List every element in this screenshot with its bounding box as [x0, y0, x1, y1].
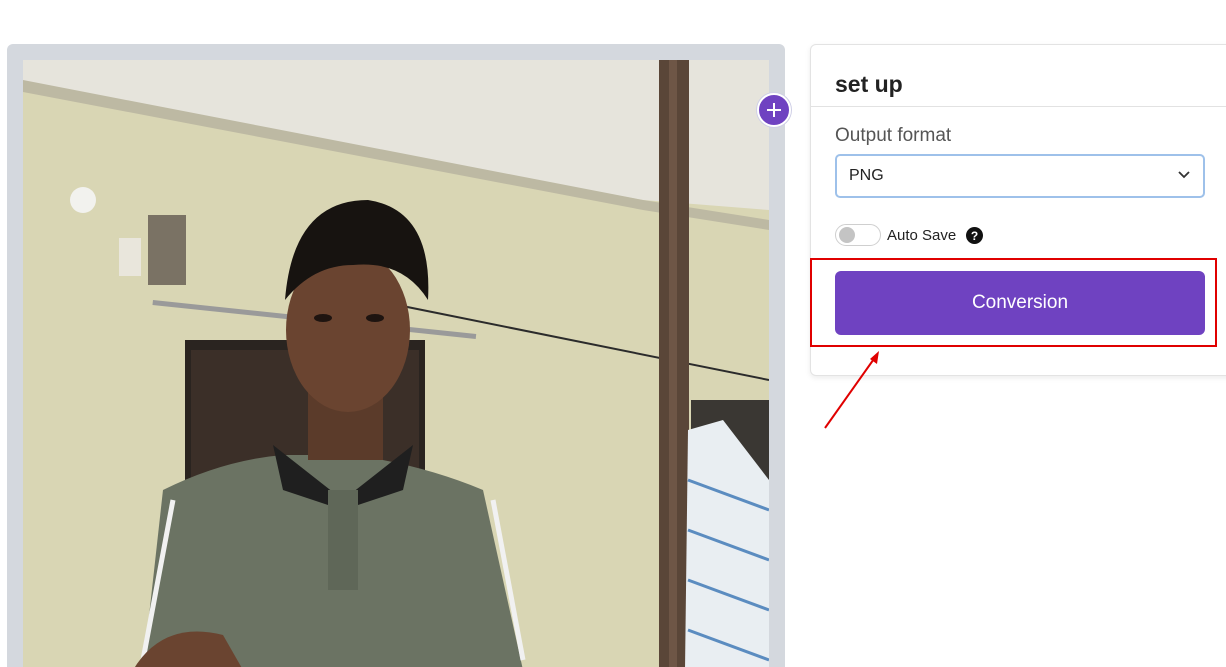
plus-icon	[767, 103, 781, 117]
conversion-button[interactable]: Conversion	[835, 271, 1205, 335]
auto-save-toggle[interactable]	[835, 224, 881, 246]
uploaded-photo	[23, 60, 769, 667]
add-image-button[interactable]	[757, 93, 791, 127]
chevron-down-icon	[1178, 171, 1190, 179]
image-preview-panel	[7, 44, 785, 667]
converter-page: set up Output format PNG Auto Save ? Con…	[0, 0, 1226, 667]
auto-save-label: Auto Save	[887, 227, 957, 244]
auto-save-row: Auto Save ?	[835, 223, 1035, 249]
question-icon[interactable]: ?	[966, 227, 983, 244]
output-format-value: PNG	[849, 167, 884, 184]
annotation-arrow	[824, 351, 879, 429]
toggle-knob	[839, 227, 855, 243]
output-format-select[interactable]: PNG	[835, 154, 1205, 198]
panel-title: set up	[835, 71, 903, 97]
output-format-label: Output format	[835, 125, 952, 146]
divider	[811, 106, 1226, 107]
